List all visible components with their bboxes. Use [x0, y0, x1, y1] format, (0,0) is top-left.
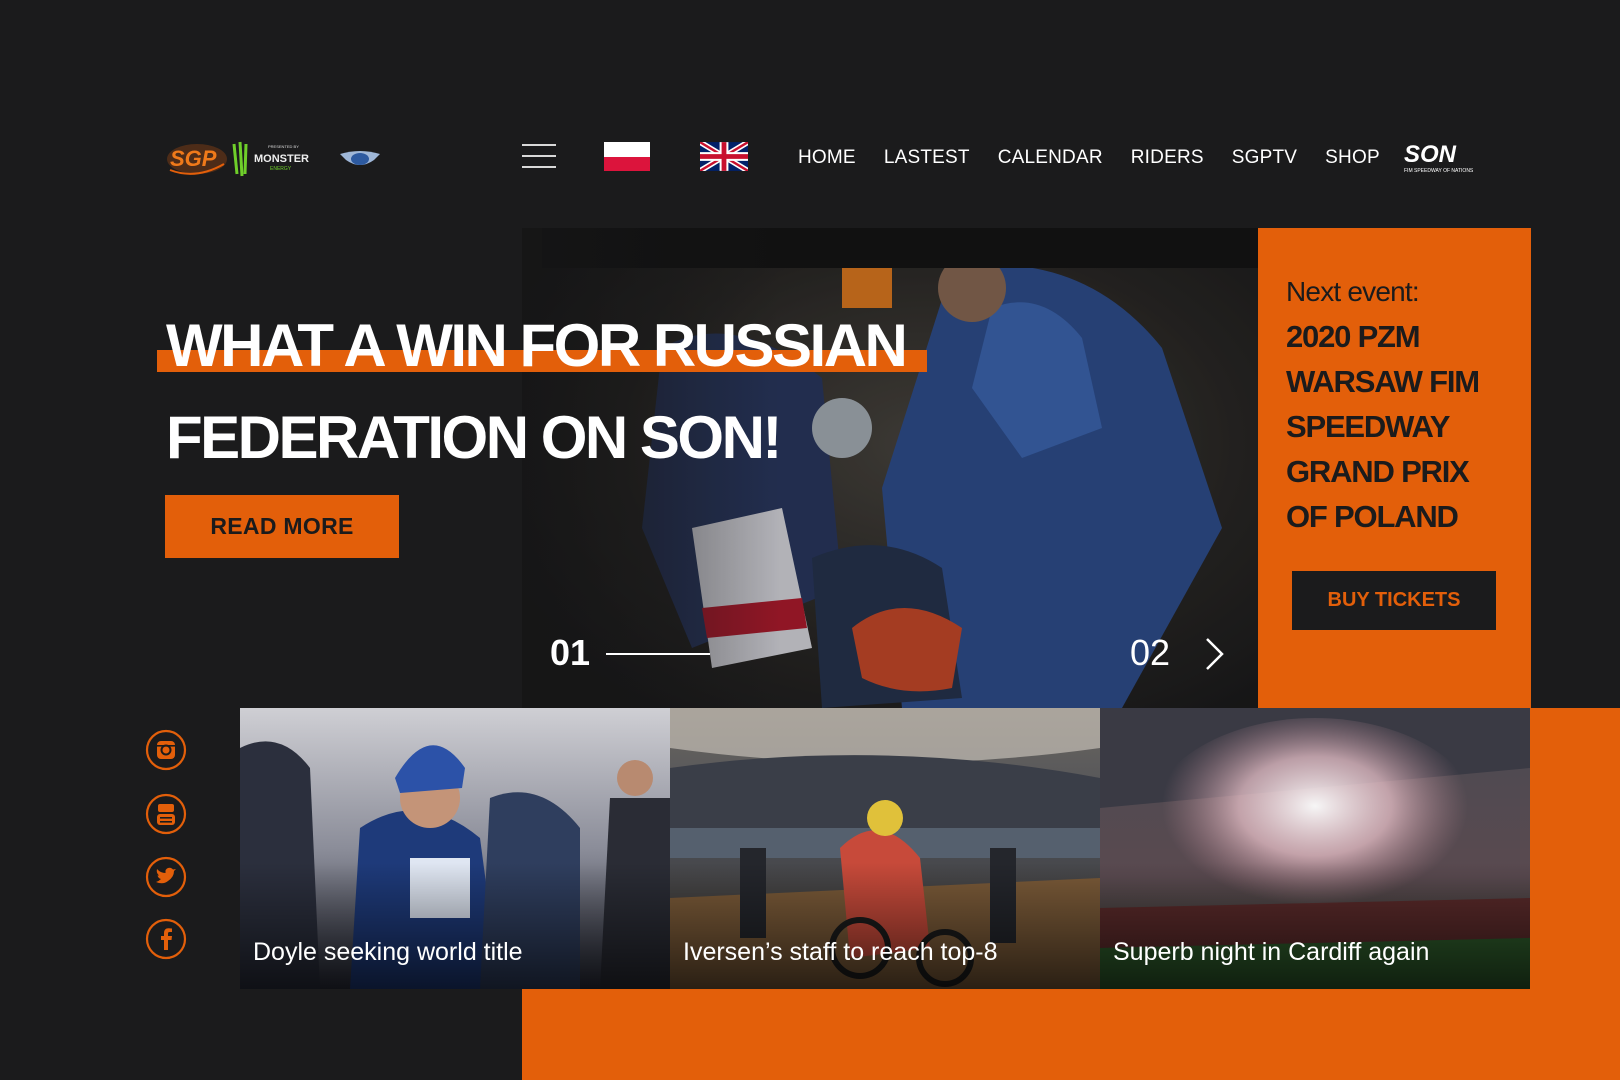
monster-text: MONSTER	[254, 153, 309, 165]
next-event-label: Next event:	[1286, 276, 1420, 307]
hero-headline-line1: WHAT A WIN FOR RUSSIAN	[166, 312, 908, 379]
nav-home[interactable]: HOME	[798, 147, 856, 169]
nav-lastest[interactable]: LASTEST	[884, 147, 970, 169]
slide-current-number: 01	[550, 632, 591, 673]
nav-shop[interactable]: SHOP	[1325, 147, 1380, 169]
news-card-cardiff[interactable]: Superb night in Cardiff again	[1100, 708, 1530, 989]
sgp-logo-text: SGP	[170, 146, 217, 171]
slide-next-number[interactable]: 02	[1130, 632, 1170, 674]
twitter-icon[interactable]	[145, 856, 187, 898]
orange-footer-block	[522, 989, 1620, 1080]
menu-icon[interactable]	[522, 142, 556, 170]
hero-headline-line2: FEDERATION ON SON!	[166, 404, 782, 471]
read-more-button[interactable]: READ MORE	[165, 495, 399, 558]
uk-flag-icon[interactable]	[698, 139, 750, 174]
youtube-icon[interactable]	[145, 793, 187, 835]
son-logo-sub: FIM SPEEDWAY OF NATIONS	[1404, 168, 1474, 174]
sgp-logo[interactable]: SGP	[166, 140, 228, 178]
main-nav: HOME LASTEST CALENDAR RIDERS SGPTV SHOP	[798, 147, 1380, 169]
news-caption: Superb night in Cardiff again	[1113, 938, 1430, 966]
monster-energy-logo: PRESENTED BY MONSTER ENERGY	[230, 140, 322, 178]
news-card-doyle[interactable]: Doyle seeking world title	[240, 708, 670, 989]
nav-calendar[interactable]: CALENDAR	[998, 147, 1103, 169]
monster-presented-text: PRESENTED BY	[268, 144, 299, 149]
orange-accent-block	[1530, 708, 1620, 989]
news-card-iversen[interactable]: Iversen’s staff to reach top-8	[670, 708, 1100, 989]
nav-riders[interactable]: RIDERS	[1131, 147, 1204, 169]
chevron-right-icon[interactable]	[1204, 636, 1226, 672]
son-logo-text: SON	[1404, 141, 1457, 168]
slide-progress-line	[606, 653, 710, 655]
instagram-icon[interactable]	[145, 729, 187, 771]
polish-flag-icon[interactable]	[604, 142, 650, 171]
son-logo[interactable]: SON FIM SPEEDWAY OF NATIONS	[1402, 140, 1478, 176]
news-caption: Iversen’s staff to reach top-8	[683, 938, 998, 966]
monster-energy-text: ENERGY	[270, 166, 292, 172]
news-caption: Doyle seeking world title	[253, 938, 523, 966]
nav-sgptv[interactable]: SGPTV	[1232, 147, 1297, 169]
hero-headline: WHAT A WIN FOR RUSSIAN FEDERATION ON SON…	[166, 300, 966, 484]
next-event-name: 2020 PZM WARSAW FIM SPEEDWAY GRAND PRIX …	[1286, 319, 1480, 534]
fim-logo	[338, 148, 382, 172]
buy-tickets-button[interactable]: BUY TICKETS	[1292, 571, 1496, 630]
facebook-icon[interactable]	[145, 918, 187, 960]
